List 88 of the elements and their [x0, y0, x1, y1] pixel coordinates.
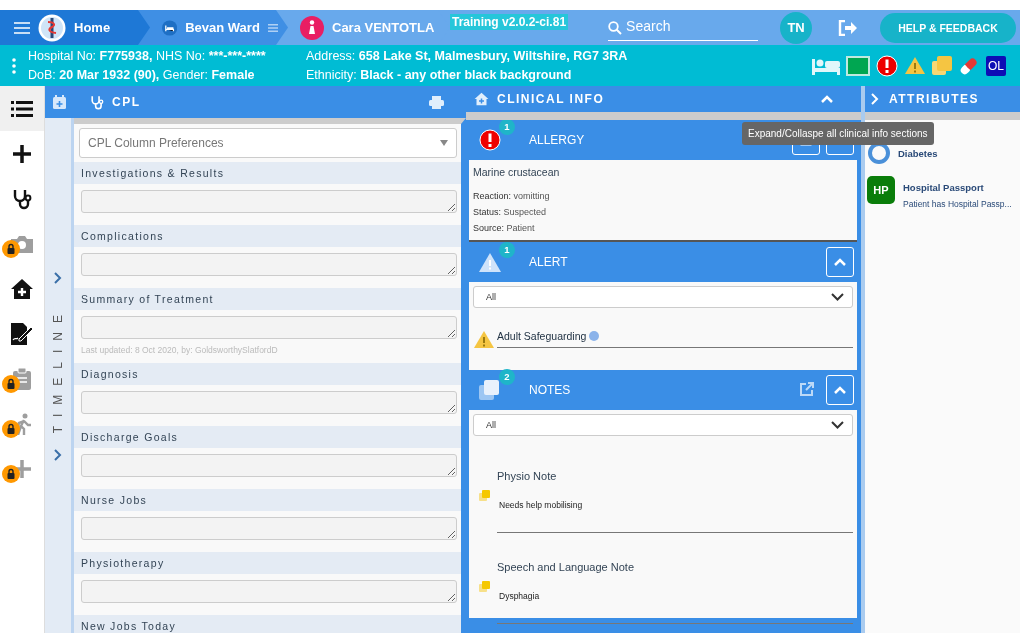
search-field[interactable]: Search — [626, 16, 759, 41]
notes-icon — [932, 55, 952, 76]
logout-icon[interactable] — [838, 19, 859, 36]
expand-icon[interactable] — [54, 449, 62, 462]
note-icon — [479, 581, 490, 592]
menu-icon[interactable] — [14, 21, 30, 34]
chevron-down-icon — [831, 421, 844, 429]
section-title: ALLERGY — [529, 133, 585, 147]
patient-detail: Address: 658 Lake St, Malmesbury, Wiltshire, RG7 3RA — [306, 47, 629, 65]
ol-badge: OL — [986, 55, 1006, 76]
timeline-tab[interactable]: TIMELINE — [51, 306, 65, 434]
allergy-name: Marine crustacean — [473, 166, 561, 178]
version-label: Training v2.0.2-ci.81 — [450, 14, 569, 30]
section-label: Discharge Goals — [74, 426, 461, 448]
chevron-right-icon[interactable] — [871, 93, 879, 105]
info-icon[interactable] — [589, 331, 600, 341]
warning-icon — [904, 56, 926, 75]
note-title[interactable]: Speech and Language Note — [497, 561, 853, 573]
hp-badge: HP — [867, 176, 895, 204]
section-label: Diagnosis — [74, 363, 461, 385]
expand-icon[interactable] — [54, 272, 62, 284]
section-label: Summary of Treatment — [74, 288, 461, 310]
exclamation-icon — [479, 129, 501, 151]
panel-title: CPL — [112, 95, 141, 109]
note-title[interactable]: Physio Note — [497, 470, 853, 482]
section-label: Physiotherapy — [74, 552, 461, 574]
section-label: Investigations & Results — [74, 162, 461, 184]
house-plus-icon — [474, 92, 489, 106]
count-badge: 1 — [499, 120, 515, 135]
lock-icon — [2, 465, 20, 483]
allergy-detail: Reaction: vomitting — [473, 190, 551, 203]
patient-detail: Ethnicity: Black - any other black background — [306, 66, 573, 84]
panel-title: ATTRIBUTES — [889, 92, 980, 106]
chevron-up-icon[interactable] — [834, 386, 846, 394]
chevron-up-icon[interactable] — [834, 258, 846, 266]
collapse-button[interactable] — [826, 247, 854, 277]
calendar-plus-icon[interactable] — [53, 95, 66, 109]
section-title: NOTES — [529, 383, 571, 397]
collapse-button[interactable] — [826, 375, 854, 405]
note-text: Dysphagia — [499, 591, 541, 601]
home-link[interactable]: Home — [74, 20, 111, 35]
attribute-title[interactable]: Diabetes — [898, 148, 938, 159]
document-signature-icon — [10, 322, 34, 345]
attribute-title[interactable]: Hospital Passport — [903, 182, 1012, 193]
status-flag-icon — [846, 55, 870, 76]
count-badge: 2 — [499, 369, 515, 385]
stethoscope-icon — [12, 187, 32, 210]
ring-icon — [868, 142, 890, 164]
preferences-dropdown[interactable]: CPL Column Preferences — [79, 128, 457, 158]
menu-icon[interactable] — [267, 21, 278, 34]
section-label: New Jobs Today — [74, 615, 461, 633]
exclamation-icon — [876, 54, 898, 77]
bed-icon — [812, 56, 840, 75]
more-options-icon[interactable] — [12, 57, 16, 74]
patient-detail: Hospital No: F775938, NHS No: ***-***-**** — [28, 47, 267, 65]
stethoscope-icon — [90, 94, 104, 110]
external-link-icon — [800, 381, 814, 396]
warning-icon — [478, 251, 502, 273]
alert-item[interactable]: Adult Safeguarding — [497, 330, 587, 342]
logo-icon[interactable] — [38, 13, 66, 42]
note-icon — [479, 490, 490, 501]
panel-title: CLINICAL INFO — [497, 92, 605, 106]
list-icon — [11, 99, 33, 118]
sidebar-item[interactable] — [0, 86, 44, 131]
section-label: Complications — [74, 225, 461, 247]
allergy-detail: Source: Patient — [473, 222, 536, 235]
patient-detail: DoB: 20 Mar 1932 (90), Gender: Female — [28, 66, 256, 84]
search-icon[interactable] — [608, 20, 627, 41]
lock-icon — [2, 420, 20, 438]
dropdown-arrow-icon — [440, 140, 448, 146]
allergy-detail: Status: Suspected — [473, 206, 548, 219]
tooltip: Expand/Collaspe all clinical info sections — [742, 122, 934, 145]
attribute-description: Patient has Hospital Passp... — [903, 199, 1012, 209]
note-text: Needs help mobilising — [499, 500, 584, 510]
lock-icon — [2, 240, 20, 258]
female-person-icon — [300, 15, 324, 40]
section-title: ALERT — [529, 255, 568, 269]
notes-icon — [479, 379, 501, 401]
plus-icon — [12, 143, 32, 164]
chevron-up-icon[interactable] — [821, 95, 833, 103]
section-label: Nurse Jobs — [74, 489, 461, 511]
lock-icon — [2, 375, 20, 393]
chevron-down-icon — [831, 293, 844, 301]
filter-dropdown[interactable]: All — [473, 286, 853, 308]
filter-dropdown[interactable]: All — [473, 414, 853, 436]
printer-icon[interactable] — [429, 95, 444, 109]
warning-icon — [473, 330, 495, 349]
house-plus-icon — [10, 277, 34, 300]
